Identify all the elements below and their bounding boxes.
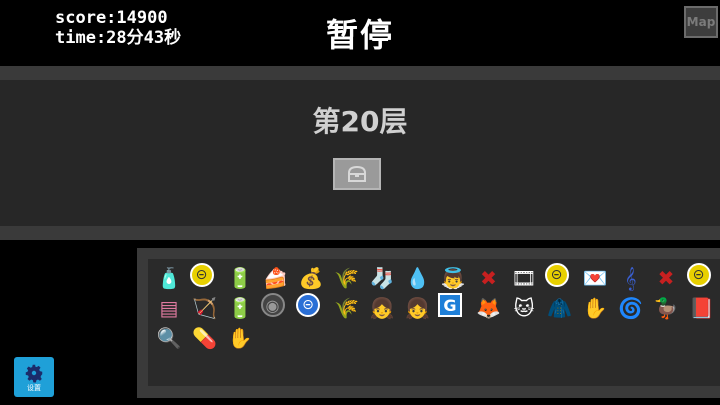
- floor-band-bottom: [0, 226, 720, 240]
- floor-band-top: [0, 66, 720, 80]
- crossbow-icon[interactable]: 🏹: [190, 293, 220, 323]
- heart-envelope-icon[interactable]: 💌: [580, 263, 610, 293]
- eye-disc-icon[interactable]: ◉: [260, 293, 285, 317]
- red-tools-icon[interactable]: ✖: [474, 263, 504, 293]
- cake-plate-icon[interactable]: 🍰: [261, 263, 291, 293]
- black-stockings-icon[interactable]: 🧦: [367, 263, 397, 293]
- pink-chest-icon[interactable]: ▤: [154, 293, 184, 323]
- white-cat-icon[interactable]: 🐱: [509, 293, 539, 323]
- settings-button[interactable]: 设置: [14, 357, 54, 397]
- green-coat-icon[interactable]: 🧥: [545, 293, 575, 323]
- floor-label: 第20层: [312, 105, 408, 138]
- chest-icon: [348, 165, 366, 182]
- money-bag-icon[interactable]: 💰: [296, 263, 326, 293]
- orange-creature-icon[interactable]: 🦊: [474, 293, 504, 323]
- yellow-duck-icon[interactable]: 🦆: [651, 293, 681, 323]
- battery-icon[interactable]: 🔋: [225, 263, 255, 293]
- battery-icon[interactable]: 🔋: [225, 293, 255, 323]
- blue-box-icon[interactable]: G: [438, 293, 462, 317]
- pink-girl-icon[interactable]: 👧: [367, 293, 397, 323]
- pink-girl-icon[interactable]: 👧: [403, 293, 433, 323]
- red-tools-icon[interactable]: ✖: [651, 263, 681, 293]
- music-note-icon[interactable]: 𝄞: [616, 263, 646, 293]
- settings-label: 设置: [27, 384, 41, 392]
- blue-coin-icon[interactable]: ⊝: [296, 293, 320, 317]
- film-strip-icon[interactable]: 🎞: [509, 263, 539, 293]
- water-drops-icon[interactable]: 💧: [403, 263, 433, 293]
- gold-coin-icon[interactable]: ⊝: [686, 263, 711, 287]
- gold-coin-icon[interactable]: ⊝: [189, 263, 214, 287]
- potion-bottle-icon[interactable]: 🧴: [154, 263, 184, 293]
- map-button[interactable]: Map: [684, 6, 718, 38]
- gear-icon: [25, 364, 43, 383]
- red-spiral-icon[interactable]: 🌀: [616, 293, 646, 323]
- wheat-icon[interactable]: 🌾: [332, 263, 362, 293]
- dark-claw-icon[interactable]: ✋: [225, 323, 255, 353]
- wheat-icon[interactable]: 🌾: [332, 293, 362, 323]
- gold-coin-icon[interactable]: ⊝: [544, 263, 569, 287]
- magnifier-icon[interactable]: 🔍: [154, 323, 184, 353]
- red-pill-icon[interactable]: 💊: [190, 323, 220, 353]
- angel-figure-icon[interactable]: 👼: [438, 263, 468, 293]
- dark-claw-icon[interactable]: ✋: [580, 293, 610, 323]
- items-grid: 🧴 ⊝ 🔋 🍰 💰 🌾 🧦 💧 👼 ✖ 🎞 ⊝ 💌 𝄞 ✖ ⊝ ▤ 🏹 🔋 ◉ ⊝ 🌾 👧 👧 G 🦊 🐱 🧥 ✋ 🌀 🦆 📕 🔍 💊 ✋: [148, 259, 720, 386]
- dark-book-icon[interactable]: 📕: [687, 293, 717, 323]
- chest-button[interactable]: [333, 158, 381, 190]
- pause-title: 暂停: [325, 16, 394, 54]
